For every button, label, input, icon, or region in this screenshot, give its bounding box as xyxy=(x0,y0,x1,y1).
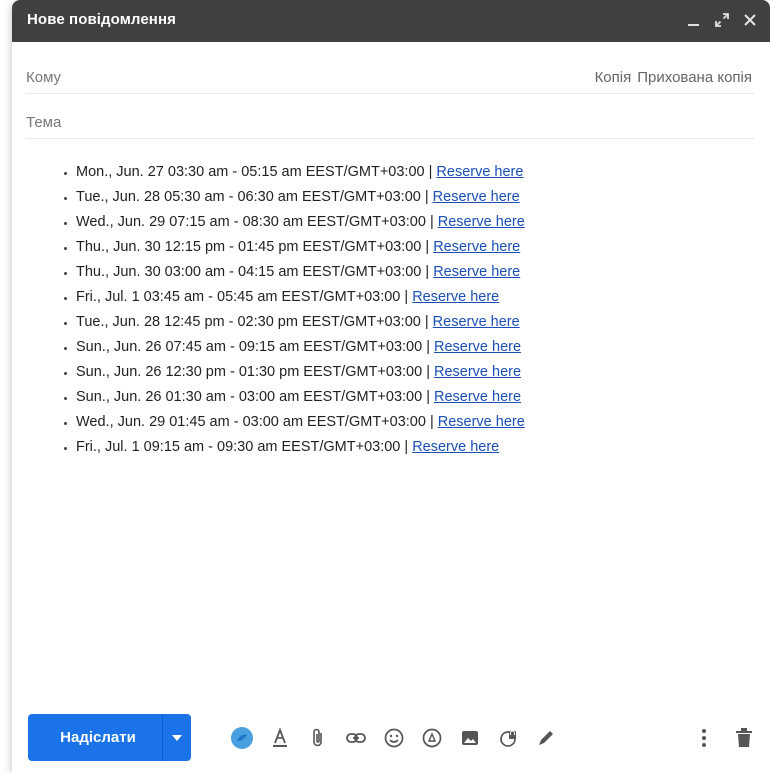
to-label: Кому xyxy=(26,69,62,86)
subject-input[interactable] xyxy=(86,109,554,135)
list-item: Wed., Jun. 29 07:15 am - 08:30 am EEST/G… xyxy=(76,210,754,235)
formatting-options-icon[interactable] xyxy=(228,724,256,752)
confidential-mode-icon[interactable] xyxy=(494,724,522,752)
list-item: Sun., Jun. 26 07:45 am - 09:15 am EEST/G… xyxy=(76,335,754,360)
to-field: Кому Копія Прихована копія xyxy=(26,50,754,94)
list-item: Thu., Jun. 30 12:15 pm - 01:45 pm EEST/G… xyxy=(76,235,754,260)
text-color-icon[interactable] xyxy=(266,724,294,752)
cc-bcc-links: Копія Прихована копія xyxy=(595,69,752,86)
formatting-tools xyxy=(228,724,570,752)
slot-text: Thu., Jun. 30 12:15 pm - 01:45 pm EEST/G… xyxy=(76,239,434,255)
insert-photo-icon[interactable] xyxy=(456,724,484,752)
reserve-link[interactable]: Reserve here xyxy=(434,339,521,355)
reserve-link[interactable]: Reserve here xyxy=(433,314,520,330)
slot-text: Wed., Jun. 29 07:15 am - 08:30 am EEST/G… xyxy=(76,214,438,230)
emoji-icon[interactable] xyxy=(380,724,408,752)
reserve-link[interactable]: Reserve here xyxy=(436,164,523,180)
subject-label: Тема xyxy=(26,114,62,131)
reserve-link[interactable]: Reserve here xyxy=(433,189,520,205)
list-item: Fri., Jul. 1 09:15 am - 09:30 am EEST/GM… xyxy=(76,435,754,460)
send-button-group: Надіслати xyxy=(28,714,191,761)
slot-text: Thu., Jun. 30 03:00 am - 04:15 am EEST/G… xyxy=(76,264,434,280)
more-options-icon[interactable] xyxy=(690,724,718,752)
schedule-send-dropdown[interactable] xyxy=(163,714,191,761)
list-item: Mon., Jun. 27 03:30 am - 05:15 am EEST/G… xyxy=(76,160,754,185)
slot-text: Tue., Jun. 28 05:30 am - 06:30 am EEST/G… xyxy=(76,189,433,205)
discard-draft-icon[interactable] xyxy=(730,724,758,752)
minimize-icon[interactable] xyxy=(686,9,702,31)
right-tools xyxy=(690,724,758,752)
subject-field: Тема xyxy=(26,95,754,139)
slot-text: Sun., Jun. 26 07:45 am - 09:15 am EEST/G… xyxy=(76,339,434,355)
attach-file-icon[interactable] xyxy=(304,724,332,752)
list-item: Thu., Jun. 30 03:00 am - 04:15 am EEST/G… xyxy=(76,260,754,285)
list-item: Sun., Jun. 26 12:30 pm - 01:30 pm EEST/G… xyxy=(76,360,754,385)
close-icon[interactable] xyxy=(742,9,758,31)
list-item: Tue., Jun. 28 05:30 am - 06:30 am EEST/G… xyxy=(76,185,754,210)
bcc-link[interactable]: Прихована копія xyxy=(637,69,752,86)
window-controls xyxy=(686,8,758,32)
compose-window: Нове повідомлення Кому Копія Прихована к… xyxy=(12,0,770,773)
cc-link[interactable]: Копія xyxy=(595,69,632,86)
fullscreen-icon[interactable] xyxy=(714,9,730,31)
slot-text: Fri., Jul. 1 09:15 am - 09:30 am EEST/GM… xyxy=(76,439,413,455)
schedule-list: Mon., Jun. 27 03:30 am - 05:15 am EEST/G… xyxy=(26,160,754,460)
reserve-link[interactable]: Reserve here xyxy=(412,289,499,305)
insert-link-icon[interactable] xyxy=(342,724,370,752)
slot-text: Mon., Jun. 27 03:30 am - 05:15 am EEST/G… xyxy=(76,164,437,180)
message-body[interactable]: Mon., Jun. 27 03:30 am - 05:15 am EEST/G… xyxy=(26,160,754,680)
signature-icon[interactable] xyxy=(532,724,560,752)
chevron-down-icon xyxy=(172,734,182,741)
slot-text: Tue., Jun. 28 12:45 pm - 02:30 pm EEST/G… xyxy=(76,314,433,330)
slot-text: Fri., Jul. 1 03:45 am - 05:45 am EEST/GM… xyxy=(76,289,413,305)
to-input[interactable] xyxy=(86,64,554,90)
compose-titlebar[interactable]: Нове повідомлення xyxy=(12,0,770,42)
send-button[interactable]: Надіслати xyxy=(28,729,162,746)
reserve-link[interactable]: Reserve here xyxy=(438,414,525,430)
reserve-link[interactable]: Reserve here xyxy=(434,364,521,380)
reserve-link[interactable]: Reserve here xyxy=(434,389,521,405)
google-drive-icon[interactable] xyxy=(418,724,446,752)
list-item: Sun., Jun. 26 01:30 am - 03:00 am EEST/G… xyxy=(76,385,754,410)
slot-text: Sun., Jun. 26 01:30 am - 03:00 am EEST/G… xyxy=(76,389,434,405)
window-title: Нове повідомлення xyxy=(27,11,176,28)
slot-text: Sun., Jun. 26 12:30 pm - 01:30 pm EEST/G… xyxy=(76,364,434,380)
list-item: Fri., Jul. 1 03:45 am - 05:45 am EEST/GM… xyxy=(76,285,754,310)
compose-toolbar: Надіслати xyxy=(26,711,764,763)
screenshot-frame: Нове повідомлення Кому Копія Прихована к… xyxy=(0,0,770,773)
reserve-link[interactable]: Reserve here xyxy=(438,214,525,230)
reserve-link[interactable]: Reserve here xyxy=(412,439,499,455)
reserve-link[interactable]: Reserve here xyxy=(433,264,520,280)
list-item: Wed., Jun. 29 01:45 am - 03:00 am EEST/G… xyxy=(76,410,754,435)
slot-text: Wed., Jun. 29 01:45 am - 03:00 am EEST/G… xyxy=(76,414,438,430)
reserve-link[interactable]: Reserve here xyxy=(433,239,520,255)
list-item: Tue., Jun. 28 12:45 pm - 02:30 pm EEST/G… xyxy=(76,310,754,335)
